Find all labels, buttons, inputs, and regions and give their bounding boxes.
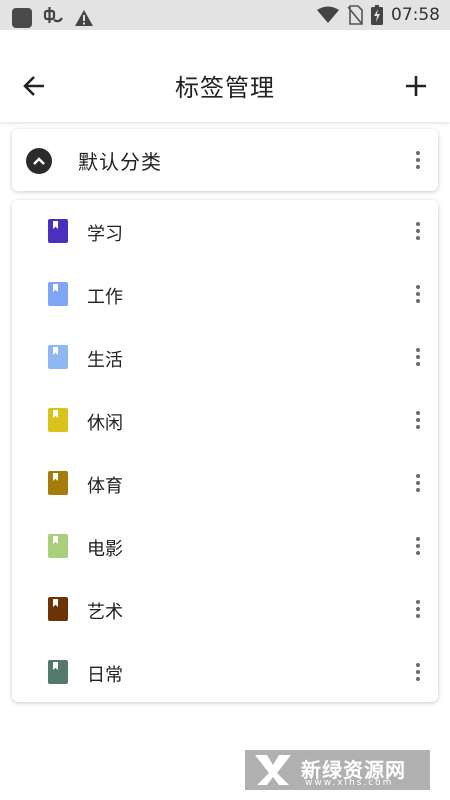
tag-label: 休闲 — [87, 413, 123, 434]
tag-row[interactable]: 艺术 — [12, 578, 438, 641]
watermark-url: www.xlhs.com — [305, 778, 394, 788]
battery-charging-icon — [371, 5, 383, 25]
tag-more-button[interactable] — [408, 595, 428, 623]
bookmark-icon — [48, 219, 68, 243]
tag-label: 学习 — [87, 224, 123, 245]
wifi-icon — [317, 6, 339, 23]
status-time: 07:58 — [391, 5, 440, 25]
add-button[interactable] — [400, 70, 432, 102]
tag-label: 生活 — [87, 350, 123, 371]
plus-icon — [406, 76, 426, 96]
tag-more-button[interactable] — [408, 217, 428, 245]
status-bar-left — [12, 5, 94, 30]
tag-more-button[interactable] — [408, 532, 428, 560]
tag-row[interactable]: 工作 — [12, 263, 438, 326]
bookmark-icon — [48, 282, 68, 306]
tag-row[interactable]: 休闲 — [12, 389, 438, 452]
tag-more-button[interactable] — [408, 280, 428, 308]
tag-label: 体育 — [87, 476, 123, 497]
tag-more-button[interactable] — [408, 469, 428, 497]
bookmark-icon — [48, 597, 68, 621]
tag-label: 工作 — [87, 287, 123, 308]
tag-list: 学习工作生活休闲体育电影艺术日常 — [12, 200, 438, 702]
status-bar-right: 07:58 — [317, 4, 440, 26]
warning-icon — [75, 9, 93, 26]
tag-label: 日常 — [87, 665, 123, 686]
tag-row[interactable]: 电影 — [12, 515, 438, 578]
collapse-toggle-button[interactable] — [26, 148, 52, 174]
page-title: 标签管理 — [175, 74, 275, 102]
tag-row[interactable]: 学习 — [12, 200, 438, 263]
bookmark-icon — [48, 345, 68, 369]
tag-more-button[interactable] — [408, 658, 428, 686]
bookmark-icon — [48, 408, 68, 432]
app-square-icon — [12, 7, 32, 28]
status-bar: 07:58 — [0, 0, 450, 30]
category-more-button[interactable] — [408, 146, 428, 174]
tag-row[interactable]: 生活 — [12, 326, 438, 389]
tag-row[interactable]: 日常 — [12, 641, 438, 704]
brand-logo-icon — [255, 755, 291, 785]
tag-row[interactable]: 体育 — [12, 452, 438, 515]
tag-label: 电影 — [87, 539, 123, 560]
chevron-up-icon — [33, 157, 45, 165]
tag-label: 艺术 — [87, 602, 123, 623]
no-sim-icon — [347, 5, 363, 25]
watermark: 新绿资源网 www.xlhs.com — [245, 750, 430, 790]
bookmark-icon — [48, 660, 68, 684]
bookmark-icon — [48, 534, 68, 558]
category-name: 默认分类 — [78, 150, 162, 174]
tag-more-button[interactable] — [408, 406, 428, 434]
app-bar: 标签管理 — [0, 30, 450, 122]
tag-more-button[interactable] — [408, 343, 428, 371]
bug-icon — [42, 5, 64, 30]
category-header[interactable]: 默认分类 — [12, 129, 438, 191]
bookmark-icon — [48, 471, 68, 495]
